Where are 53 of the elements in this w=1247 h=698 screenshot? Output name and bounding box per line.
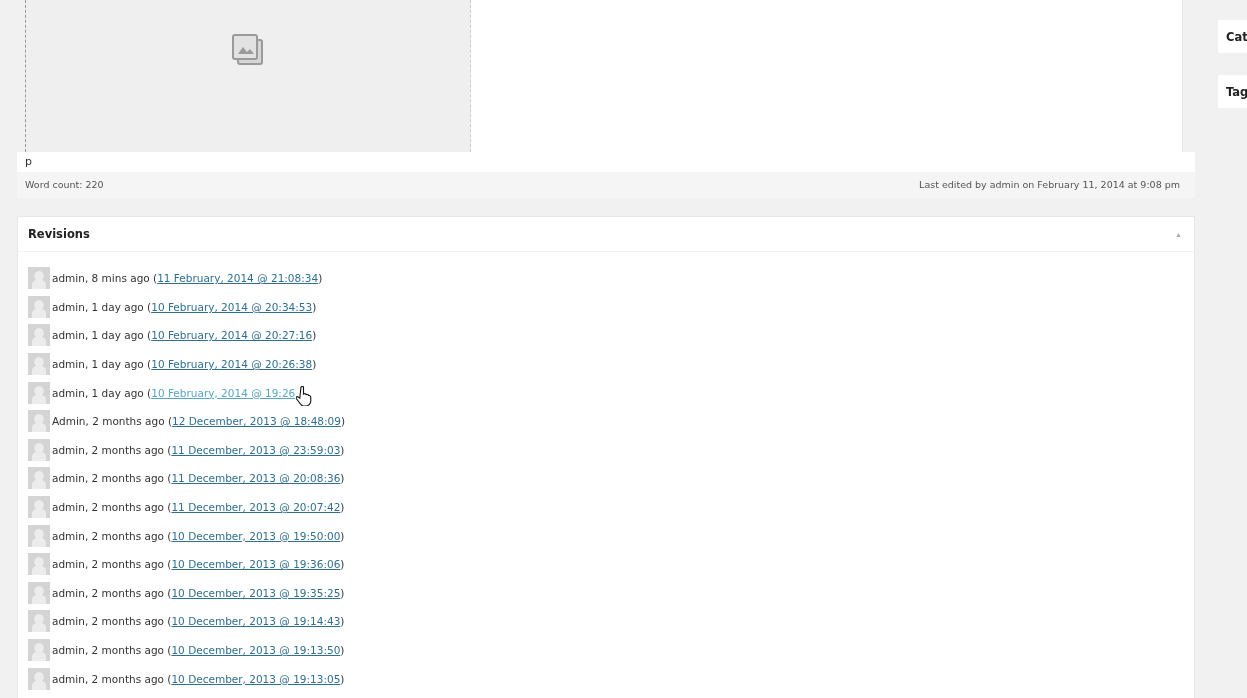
revision-entry: admin, 8 mins ago (11 February, 2014 @ 21:08:34) bbox=[52, 272, 323, 285]
avatar-icon bbox=[28, 610, 50, 633]
sidebar-panel[interactable]: Tag bbox=[1218, 75, 1247, 108]
revision-entry: admin, 2 months ago (10 December, 2013 @ 19:50:00) bbox=[52, 529, 345, 542]
revision-link[interactable]: 11 December, 2013 @ 23:59:03 bbox=[171, 443, 341, 456]
revision-entry: admin, 2 months ago (10 December, 2013 @ 19:36:06) bbox=[52, 558, 345, 571]
revision-entry: admin, 1 day ago (10 February, 2014 @ 20:26:38) bbox=[52, 358, 317, 371]
revision-entry: admin, 2 months ago (11 December, 2013 @ 23:59:03) bbox=[52, 443, 345, 456]
avatar-icon bbox=[28, 353, 50, 376]
avatar-icon bbox=[28, 381, 50, 404]
hand-cursor-icon bbox=[296, 385, 313, 406]
revision-link[interactable]: 10 December, 2013 @ 19:13:50 bbox=[171, 644, 341, 656]
revision-link[interactable]: 11 December, 2013 @ 20:07:42 bbox=[171, 501, 341, 514]
panel-title: Revisions bbox=[28, 227, 90, 241]
revision-entry: admin, 2 months ago (11 December, 2013 @ 20:08:36) bbox=[52, 472, 345, 485]
revision-link[interactable]: 10 February, 2014 @ 20:34:53 bbox=[151, 300, 313, 313]
editor-area[interactable] bbox=[25, 0, 1183, 152]
revision-entry: admin, 1 day ago (10 February, 2014 @ 19:26 bbox=[52, 386, 296, 399]
revision-link[interactable]: 10 February, 2014 @ 20:27:16 bbox=[151, 329, 313, 342]
revision-entry: Admin, 2 months ago (12 December, 2013 @ 18:48:09) bbox=[52, 415, 345, 428]
revision-entry: admin, 1 day ago (10 February, 2014 @ 20:34:53) bbox=[52, 300, 317, 313]
avatar-icon bbox=[28, 496, 50, 519]
avatar-icon bbox=[28, 410, 50, 433]
image-icon bbox=[230, 32, 266, 68]
word-count: Word count: 220 bbox=[25, 178, 104, 192]
avatar-icon bbox=[28, 295, 50, 318]
revision-entry: admin, 2 months ago (10 December, 2013 @ 19:13:50) bbox=[52, 644, 345, 656]
revision-entry: admin, 2 months ago (10 December, 2013 @ 19:35:25) bbox=[52, 586, 345, 599]
revision-entry: admin, 2 months ago (11 December, 2013 @ 20:07:42) bbox=[52, 501, 345, 514]
avatar-icon bbox=[28, 667, 50, 690]
avatar-icon bbox=[28, 267, 50, 290]
avatar-icon bbox=[28, 467, 50, 490]
revision-link[interactable]: 10 December, 2013 @ 19:14:43 bbox=[171, 615, 341, 628]
element-path: p bbox=[25, 155, 32, 168]
revision-entry: admin, 2 months ago (10 December, 2013 @ 19:13:05) bbox=[52, 672, 345, 685]
revision-link[interactable]: 11 December, 2013 @ 20:08:36 bbox=[171, 472, 341, 485]
avatar-icon bbox=[28, 553, 50, 576]
revision-link[interactable]: 11 February, 2014 @ 21:08:34 bbox=[157, 272, 319, 285]
avatar-icon bbox=[28, 581, 50, 604]
revision-link[interactable]: 10 December, 2013 @ 19:13:05 bbox=[171, 672, 341, 685]
revision-link[interactable]: 12 December, 2013 @ 18:48:09 bbox=[172, 415, 341, 428]
avatar-icon bbox=[28, 438, 50, 461]
revision-link[interactable]: 10 December, 2013 @ 19:36:06 bbox=[171, 558, 341, 571]
revision-entry: admin, 2 months ago (10 December, 2013 @ 19:14:43) bbox=[52, 615, 345, 628]
avatar-icon bbox=[28, 324, 50, 347]
revision-link[interactable]: 10 December, 2013 @ 19:50:00 bbox=[171, 529, 341, 542]
avatar-icon bbox=[28, 524, 50, 547]
revision-link[interactable]: 10 December, 2013 @ 19:35:25 bbox=[171, 586, 341, 599]
revision-entry: admin, 1 day ago (10 February, 2014 @ 20:27:16) bbox=[52, 329, 317, 342]
sidebar-panel[interactable]: Cat bbox=[1218, 20, 1247, 53]
revision-link[interactable]: 10 February, 2014 @ 20:26:38 bbox=[151, 358, 313, 371]
last-edited-text: Last edited by admin on February 11, 2014 at 9:08 pm bbox=[919, 178, 1180, 192]
avatar-icon bbox=[28, 639, 50, 661]
